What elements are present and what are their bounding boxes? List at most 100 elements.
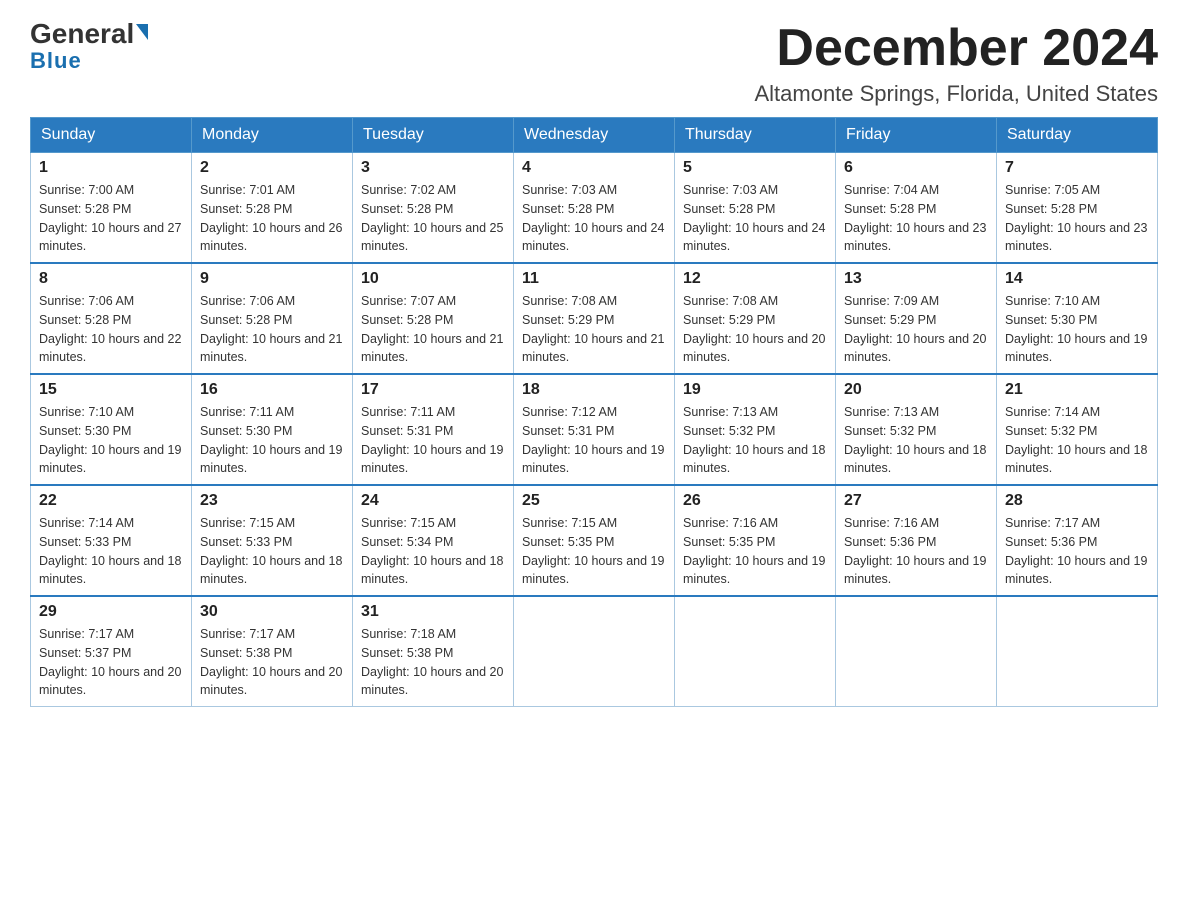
day-info: Sunrise: 7:03 AMSunset: 5:28 PMDaylight:… [522, 181, 666, 256]
day-number: 25 [522, 492, 666, 510]
day-info: Sunrise: 7:16 AMSunset: 5:35 PMDaylight:… [683, 514, 827, 589]
day-number: 23 [200, 492, 344, 510]
day-number: 31 [361, 603, 505, 621]
calendar-cell: 11 Sunrise: 7:08 AMSunset: 5:29 PMDayligh… [514, 263, 675, 374]
day-info: Sunrise: 7:10 AMSunset: 5:30 PMDaylight:… [39, 403, 183, 478]
day-number: 3 [361, 159, 505, 177]
day-number: 30 [200, 603, 344, 621]
calendar-cell: 8 Sunrise: 7:06 AMSunset: 5:28 PMDaylight… [31, 263, 192, 374]
day-info: Sunrise: 7:11 AMSunset: 5:30 PMDaylight:… [200, 403, 344, 478]
calendar-cell: 26 Sunrise: 7:16 AMSunset: 5:35 PMDayligh… [675, 485, 836, 596]
calendar-cell: 12Sunrise: 7:08 AMSunset: 5:29 PMDayligh… [675, 263, 836, 374]
logo-text: General [30, 20, 148, 48]
calendar-cell: 1Sunrise: 7:00 AMSunset: 5:28 PMDaylight… [31, 153, 192, 264]
calendar-cell: 7 Sunrise: 7:05 AMSunset: 5:28 PMDaylight… [997, 153, 1158, 264]
weekday-header-wednesday: Wednesday [514, 118, 675, 153]
location-title: Altamonte Springs, Florida, United State… [754, 81, 1158, 107]
day-info: Sunrise: 7:03 AMSunset: 5:28 PMDaylight:… [683, 181, 827, 256]
day-number: 10 [361, 270, 505, 288]
calendar-cell: 19 Sunrise: 7:13 AMSunset: 5:32 PMDayligh… [675, 374, 836, 485]
day-number: 5 [683, 159, 827, 177]
day-info: Sunrise: 7:15 AMSunset: 5:33 PMDaylight:… [200, 514, 344, 589]
week-row-2: 8 Sunrise: 7:06 AMSunset: 5:28 PMDaylight… [31, 263, 1158, 374]
day-number: 13 [844, 270, 988, 288]
weekday-header-friday: Friday [836, 118, 997, 153]
day-info: Sunrise: 7:06 AMSunset: 5:28 PMDaylight:… [39, 292, 183, 367]
calendar-cell: 31Sunrise: 7:18 AMSunset: 5:38 PMDayligh… [353, 596, 514, 707]
calendar-cell: 10Sunrise: 7:07 AMSunset: 5:28 PMDayligh… [353, 263, 514, 374]
weekday-header-monday: Monday [192, 118, 353, 153]
calendar-cell [997, 596, 1158, 707]
day-number: 24 [361, 492, 505, 510]
week-row-1: 1Sunrise: 7:00 AMSunset: 5:28 PMDaylight… [31, 153, 1158, 264]
day-info: Sunrise: 7:17 AMSunset: 5:38 PMDaylight:… [200, 625, 344, 700]
day-info: Sunrise: 7:08 AMSunset: 5:29 PMDaylight:… [522, 292, 666, 367]
calendar-cell: 2Sunrise: 7:01 AMSunset: 5:28 PMDaylight… [192, 153, 353, 264]
day-number: 20 [844, 381, 988, 399]
calendar-cell: 23 Sunrise: 7:15 AMSunset: 5:33 PMDayligh… [192, 485, 353, 596]
day-number: 7 [1005, 159, 1149, 177]
weekday-header-thursday: Thursday [675, 118, 836, 153]
day-info: Sunrise: 7:09 AMSunset: 5:29 PMDaylight:… [844, 292, 988, 367]
day-info: Sunrise: 7:15 AMSunset: 5:35 PMDaylight:… [522, 514, 666, 589]
day-info: Sunrise: 7:11 AMSunset: 5:31 PMDaylight:… [361, 403, 505, 478]
day-number: 17 [361, 381, 505, 399]
calendar-cell: 18 Sunrise: 7:12 AMSunset: 5:31 PMDayligh… [514, 374, 675, 485]
day-info: Sunrise: 7:14 AMSunset: 5:33 PMDaylight:… [39, 514, 183, 589]
day-number: 19 [683, 381, 827, 399]
logo: General Blue [30, 20, 148, 74]
day-info: Sunrise: 7:02 AMSunset: 5:28 PMDaylight:… [361, 181, 505, 256]
calendar-cell: 17 Sunrise: 7:11 AMSunset: 5:31 PMDayligh… [353, 374, 514, 485]
day-info: Sunrise: 7:04 AMSunset: 5:28 PMDaylight:… [844, 181, 988, 256]
day-info: Sunrise: 7:10 AMSunset: 5:30 PMDaylight:… [1005, 292, 1149, 367]
day-info: Sunrise: 7:12 AMSunset: 5:31 PMDaylight:… [522, 403, 666, 478]
weekday-header-row: SundayMondayTuesdayWednesdayThursdayFrid… [31, 118, 1158, 153]
day-info: Sunrise: 7:17 AMSunset: 5:36 PMDaylight:… [1005, 514, 1149, 589]
calendar-cell [514, 596, 675, 707]
day-number: 27 [844, 492, 988, 510]
day-number: 28 [1005, 492, 1149, 510]
calendar-cell: 3 Sunrise: 7:02 AMSunset: 5:28 PMDaylight… [353, 153, 514, 264]
calendar-table: SundayMondayTuesdayWednesdayThursdayFrid… [30, 117, 1158, 707]
day-info: Sunrise: 7:13 AMSunset: 5:32 PMDaylight:… [844, 403, 988, 478]
calendar-cell: 30 Sunrise: 7:17 AMSunset: 5:38 PMDayligh… [192, 596, 353, 707]
calendar-cell: 27Sunrise: 7:16 AMSunset: 5:36 PMDayligh… [836, 485, 997, 596]
day-info: Sunrise: 7:05 AMSunset: 5:28 PMDaylight:… [1005, 181, 1149, 256]
day-number: 15 [39, 381, 183, 399]
calendar-cell: 4Sunrise: 7:03 AMSunset: 5:28 PMDaylight… [514, 153, 675, 264]
calendar-cell: 14Sunrise: 7:10 AMSunset: 5:30 PMDayligh… [997, 263, 1158, 374]
day-info: Sunrise: 7:06 AMSunset: 5:28 PMDaylight:… [200, 292, 344, 367]
calendar-cell: 25 Sunrise: 7:15 AMSunset: 5:35 PMDayligh… [514, 485, 675, 596]
day-number: 18 [522, 381, 666, 399]
day-number: 26 [683, 492, 827, 510]
calendar-cell: 16 Sunrise: 7:11 AMSunset: 5:30 PMDayligh… [192, 374, 353, 485]
week-row-3: 15 Sunrise: 7:10 AMSunset: 5:30 PMDayligh… [31, 374, 1158, 485]
weekday-header-saturday: Saturday [997, 118, 1158, 153]
calendar-cell: 22 Sunrise: 7:14 AMSunset: 5:33 PMDayligh… [31, 485, 192, 596]
day-number: 16 [200, 381, 344, 399]
day-info: Sunrise: 7:00 AMSunset: 5:28 PMDaylight:… [39, 181, 183, 256]
day-info: Sunrise: 7:15 AMSunset: 5:34 PMDaylight:… [361, 514, 505, 589]
day-number: 12 [683, 270, 827, 288]
logo-blue: Blue [30, 48, 82, 74]
calendar-cell [675, 596, 836, 707]
day-number: 21 [1005, 381, 1149, 399]
calendar-cell: 24 Sunrise: 7:15 AMSunset: 5:34 PMDayligh… [353, 485, 514, 596]
day-number: 22 [39, 492, 183, 510]
day-number: 9 [200, 270, 344, 288]
day-info: Sunrise: 7:14 AMSunset: 5:32 PMDaylight:… [1005, 403, 1149, 478]
day-info: Sunrise: 7:13 AMSunset: 5:32 PMDaylight:… [683, 403, 827, 478]
calendar-cell: 15 Sunrise: 7:10 AMSunset: 5:30 PMDayligh… [31, 374, 192, 485]
calendar-cell: 5 Sunrise: 7:03 AMSunset: 5:28 PMDaylight… [675, 153, 836, 264]
day-number: 11 [522, 270, 666, 288]
week-row-4: 22 Sunrise: 7:14 AMSunset: 5:33 PMDayligh… [31, 485, 1158, 596]
day-number: 8 [39, 270, 183, 288]
title-block: December 2024 Altamonte Springs, Florida… [754, 20, 1158, 107]
day-number: 6 [844, 159, 988, 177]
calendar-cell: 6 Sunrise: 7:04 AMSunset: 5:28 PMDaylight… [836, 153, 997, 264]
calendar-cell: 29Sunrise: 7:17 AMSunset: 5:37 PMDayligh… [31, 596, 192, 707]
day-info: Sunrise: 7:17 AMSunset: 5:37 PMDaylight:… [39, 625, 183, 700]
weekday-header-tuesday: Tuesday [353, 118, 514, 153]
calendar-cell [836, 596, 997, 707]
day-info: Sunrise: 7:01 AMSunset: 5:28 PMDaylight:… [200, 181, 344, 256]
